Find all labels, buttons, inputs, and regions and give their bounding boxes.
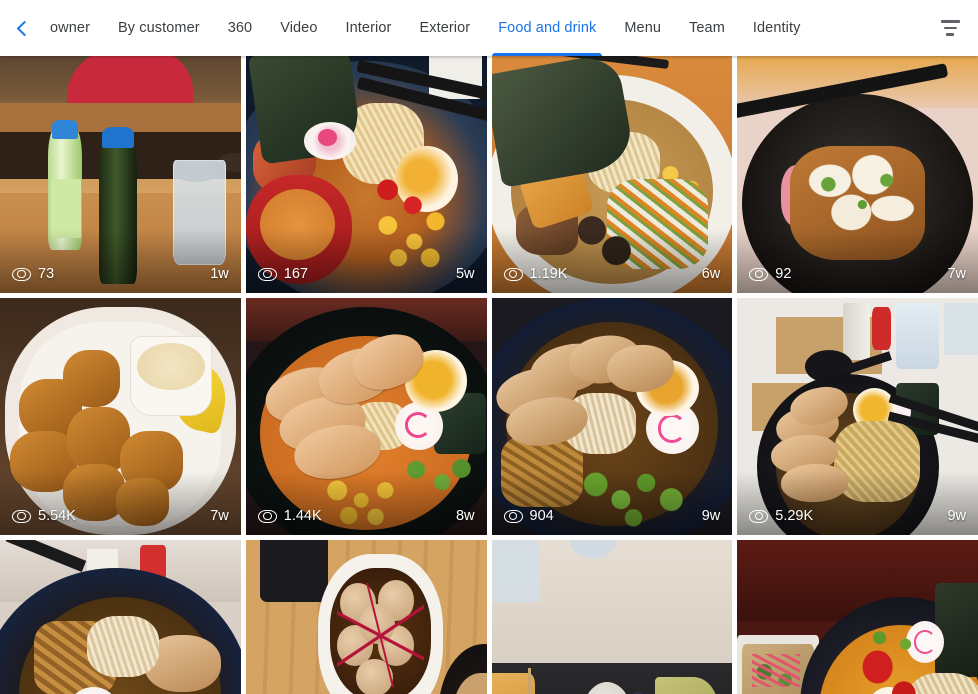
photo-tile[interactable]: 904 9w — [491, 298, 733, 535]
tab-360[interactable]: 360 — [214, 0, 267, 56]
tab-label: By customer — [118, 20, 200, 36]
photo-tile[interactable]: 92 7w — [737, 56, 978, 293]
photo-category-tabbar: owner By customer 360 Video Interior Ext… — [0, 0, 978, 56]
photo-image-spicy-ramen-tray — [737, 540, 978, 694]
tab-identity[interactable]: Identity — [739, 0, 815, 56]
tab-label: Food and drink — [498, 20, 597, 36]
photo-image-ramen-table — [737, 298, 978, 535]
photo-tile[interactable]: 5.29K 9w — [737, 298, 978, 535]
sort-filter-icon[interactable] — [922, 0, 978, 56]
photo-tile[interactable] — [245, 540, 487, 694]
photo-image-shoyu-ramen — [491, 298, 733, 535]
tab-label: Menu — [624, 20, 662, 36]
photo-tile[interactable] — [737, 540, 978, 694]
tab-menu[interactable]: Menu — [610, 0, 675, 56]
tab-exterior[interactable]: Exterior — [405, 0, 484, 56]
back-button[interactable] — [0, 0, 44, 56]
photo-image-bottles — [0, 56, 241, 293]
tab-list: owner By customer 360 Video Interior Ext… — [44, 0, 922, 56]
photo-image-cutlet — [737, 56, 978, 293]
sort-line-2 — [943, 26, 957, 30]
sort-line-1 — [940, 20, 960, 23]
photo-image-miso-ramen — [491, 56, 733, 293]
tab-video[interactable]: Video — [266, 0, 331, 56]
tab-owner[interactable]: owner — [44, 0, 104, 56]
photo-image-ramen-menma — [0, 540, 241, 694]
tab-food-and-drink[interactable]: Food and drink — [484, 0, 610, 56]
photo-image-spicy-ramen — [245, 56, 487, 293]
tab-label: owner — [50, 20, 90, 36]
tab-label: Video — [280, 20, 318, 36]
photo-tile[interactable]: 5.54K 7w — [0, 298, 241, 535]
tab-label: Exterior — [419, 20, 471, 36]
tab-interior[interactable]: Interior — [332, 0, 406, 56]
chevron-left-icon — [16, 20, 32, 36]
sort-line-3 — [946, 33, 954, 36]
tab-label: Interior — [345, 20, 392, 36]
tab-by-customer[interactable]: By customer — [104, 0, 214, 56]
photo-tile[interactable]: 1.44K 8w — [245, 298, 487, 535]
photo-tile[interactable] — [0, 540, 241, 694]
photo-grid: 73 1w 167 5w 1.19K 6w 92 7w 5.54K 7w 1.4… — [0, 56, 978, 694]
tab-team[interactable]: Team — [675, 0, 739, 56]
photo-tile[interactable]: 1.19K 6w — [491, 56, 733, 293]
tab-label: 360 — [227, 20, 253, 36]
photo-tile[interactable]: 167 5w — [245, 56, 487, 293]
photo-image-quail-eggs — [245, 540, 487, 694]
tab-label: Identity — [752, 20, 801, 36]
tab-label: Team — [689, 20, 725, 36]
photo-tile[interactable]: 73 1w — [0, 56, 241, 293]
photo-tile[interactable] — [491, 540, 733, 694]
photo-image-tonkotsu-ramen — [245, 298, 487, 535]
photo-image-karaage — [0, 298, 241, 535]
photo-image-dessert-platter — [491, 540, 733, 694]
